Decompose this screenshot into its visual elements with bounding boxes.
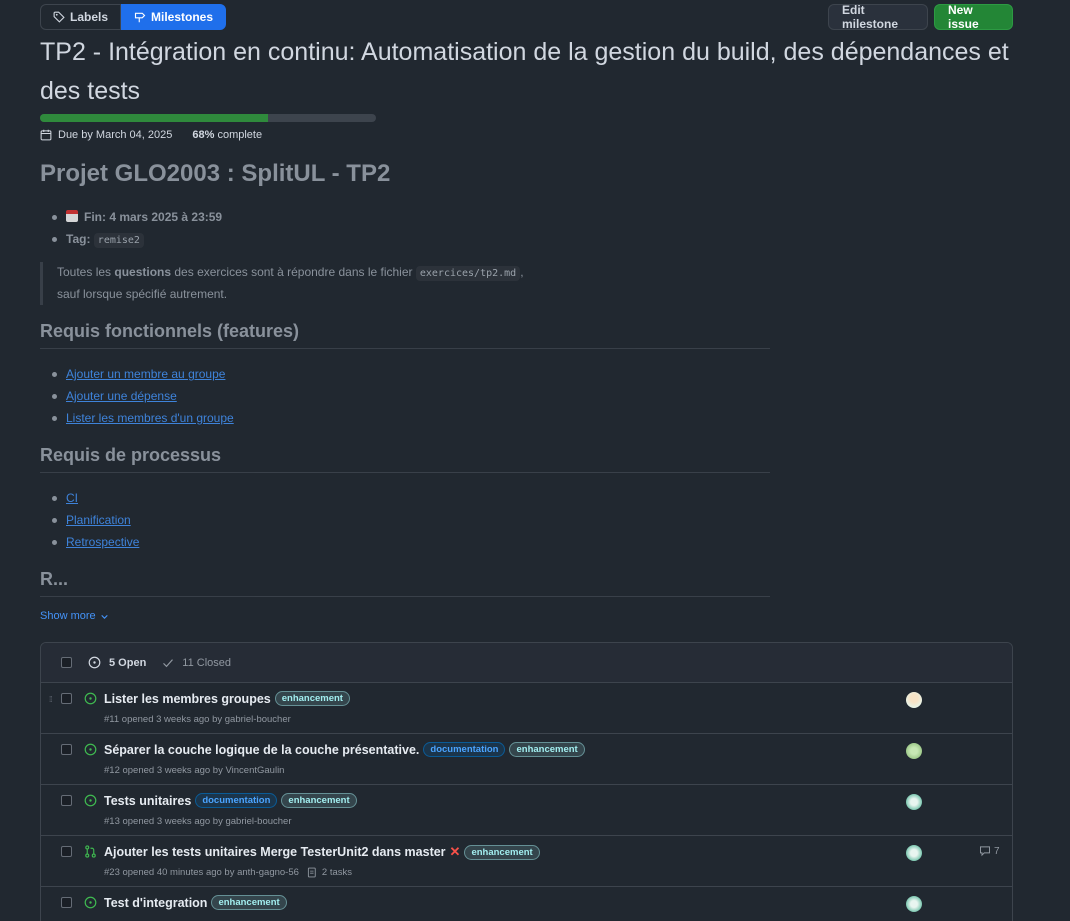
- issue-title[interactable]: Séparer la couche logique de la couche p…: [104, 743, 419, 757]
- avatar[interactable]: [906, 794, 922, 810]
- feature-link[interactable]: Ajouter une dépense: [66, 389, 177, 403]
- issue-checkbox[interactable]: [61, 846, 72, 857]
- completion-percent: 68% complete: [192, 129, 263, 141]
- labels-tab[interactable]: Labels: [40, 4, 122, 30]
- issue-checkbox[interactable]: [61, 897, 72, 908]
- chevron-down-icon: [100, 614, 108, 619]
- list-item: CI: [52, 487, 770, 509]
- tag-code: remise2: [93, 233, 144, 248]
- process-link[interactable]: CI: [66, 491, 78, 505]
- process-link[interactable]: Planification: [66, 513, 131, 527]
- show-more-button[interactable]: Show more: [40, 610, 109, 622]
- issue-open-icon: [84, 896, 97, 909]
- process-heading: Requis de processus: [40, 445, 770, 473]
- issue-title[interactable]: Tests unitaires: [104, 794, 191, 808]
- open-count-tab[interactable]: 5 Open: [109, 657, 146, 669]
- deadline-item: Fin: 4 mars 2025 à 23:59: [52, 206, 770, 228]
- tasklist-icon: [307, 867, 316, 878]
- labels-tab-label: Labels: [70, 10, 109, 24]
- comment-count[interactable]: 7: [979, 845, 1000, 857]
- issue-meta: #12 opened 3 weeks ago by VincentGaulin: [104, 765, 285, 776]
- features-heading: Requis fonctionnels (features): [40, 321, 770, 349]
- issue-row[interactable]: Test d'integration enhancement: [41, 887, 1012, 921]
- features-list: Ajouter un membre au groupe Ajouter une …: [52, 363, 770, 429]
- milestone-title: TP2 - Intégration en continu: Automatisa…: [40, 38, 1009, 105]
- list-item: Lister les membres d'un groupe: [52, 407, 770, 429]
- issue-row[interactable]: ⁞⁞ Lister les membres groupes enhancement…: [41, 683, 1012, 734]
- issues-list: 5 Open 11 Closed ⁞⁞ Lister les membres g…: [40, 642, 1013, 921]
- milestone-icon: [134, 12, 146, 23]
- drag-handle-icon[interactable]: ⁞⁞: [49, 695, 53, 704]
- milestone-progress-bar: [40, 114, 376, 122]
- tag-icon: [53, 11, 65, 23]
- issue-row[interactable]: Tests unitaires documentation enhancement …: [41, 785, 1012, 836]
- issue-meta: #13 opened 3 weeks ago by gabriel-bouche…: [104, 816, 292, 827]
- calendar-icon: [40, 129, 52, 141]
- due-date: Due by March 04, 2025: [58, 129, 173, 141]
- checks-failed-icon[interactable]: ✕: [450, 844, 461, 860]
- label-badge[interactable]: enhancement: [211, 895, 287, 910]
- list-item: Retrospective: [52, 531, 770, 553]
- process-list: CI Planification Retrospective: [52, 487, 770, 553]
- label-badge[interactable]: enhancement: [464, 844, 540, 860]
- comment-icon: [980, 846, 990, 857]
- instructions-quote: Toutes les questions des exercices sont …: [40, 262, 770, 305]
- milestones-tab-label: Milestones: [151, 10, 214, 24]
- feature-link[interactable]: Lister les membres d'un groupe: [66, 411, 234, 425]
- select-all-checkbox[interactable]: [61, 657, 72, 668]
- issue-open-icon: [84, 794, 97, 807]
- label-badge[interactable]: documentation: [423, 742, 506, 757]
- label-badge[interactable]: documentation: [195, 793, 278, 808]
- feature-link[interactable]: Ajouter un membre au groupe: [66, 367, 225, 381]
- list-item: Planification: [52, 509, 770, 531]
- milestone-progress-fill: [40, 114, 269, 122]
- milestone-description: Projet GLO2003 : SplitUL - TP2 Fin: 4 ma…: [40, 160, 770, 611]
- issue-checkbox[interactable]: [61, 795, 72, 806]
- milestones-tab[interactable]: Milestones: [121, 4, 227, 30]
- avatar[interactable]: [906, 692, 922, 708]
- issue-checkbox[interactable]: [61, 744, 72, 755]
- label-badge[interactable]: enhancement: [509, 742, 585, 757]
- labels-milestones-switch: Labels Milestones: [40, 4, 227, 30]
- process-link[interactable]: Retrospective: [66, 535, 139, 549]
- truncated-heading: R...: [40, 569, 770, 597]
- label-badge[interactable]: enhancement: [274, 691, 350, 706]
- issues-list-header: 5 Open 11 Closed: [41, 643, 1012, 683]
- description-heading: Projet GLO2003 : SplitUL - TP2: [40, 160, 391, 187]
- issue-open-icon: [84, 692, 97, 705]
- issue-open-icon: [84, 743, 97, 756]
- issue-meta: #11 opened 3 weeks ago by gabriel-bouche…: [104, 714, 291, 725]
- meta-list: Fin: 4 mars 2025 à 23:59 Tag: remise2: [52, 206, 770, 252]
- issue-opened-icon: [88, 656, 101, 669]
- calendar-emoji-icon: [66, 210, 78, 222]
- file-code: exercices/tp2.md: [415, 266, 521, 281]
- avatar[interactable]: [906, 845, 922, 861]
- pr-title[interactable]: Ajouter les tests unitaires Merge Tester…: [104, 845, 446, 859]
- milestone-meta: Due by March 04, 2025 68% complete: [40, 129, 262, 141]
- tag-item: Tag: remise2: [52, 228, 770, 252]
- issue-title[interactable]: Test d'integration: [104, 896, 207, 910]
- pr-meta: #23 opened 40 minutes ago by anth-gagno-…: [104, 867, 353, 878]
- issue-title[interactable]: Lister les membres groupes: [104, 692, 271, 706]
- pull-request-icon: [85, 845, 96, 858]
- edit-milestone-button[interactable]: Edit milestone: [828, 3, 928, 31]
- check-icon: [163, 658, 174, 667]
- issue-row[interactable]: Séparer la couche logique de la couche p…: [41, 734, 1012, 785]
- avatar[interactable]: [906, 896, 922, 912]
- task-count: 2 tasks: [321, 867, 353, 878]
- issue-checkbox[interactable]: [61, 693, 72, 704]
- pr-row[interactable]: Ajouter les tests unitaires Merge Tester…: [41, 836, 1012, 887]
- new-issue-button[interactable]: New issue: [934, 3, 1013, 31]
- list-item: Ajouter un membre au groupe: [52, 363, 770, 385]
- closed-count-tab[interactable]: 11 Closed: [182, 657, 231, 669]
- avatar[interactable]: [906, 743, 922, 759]
- list-item: Ajouter une dépense: [52, 385, 770, 407]
- label-badge[interactable]: enhancement: [281, 793, 357, 808]
